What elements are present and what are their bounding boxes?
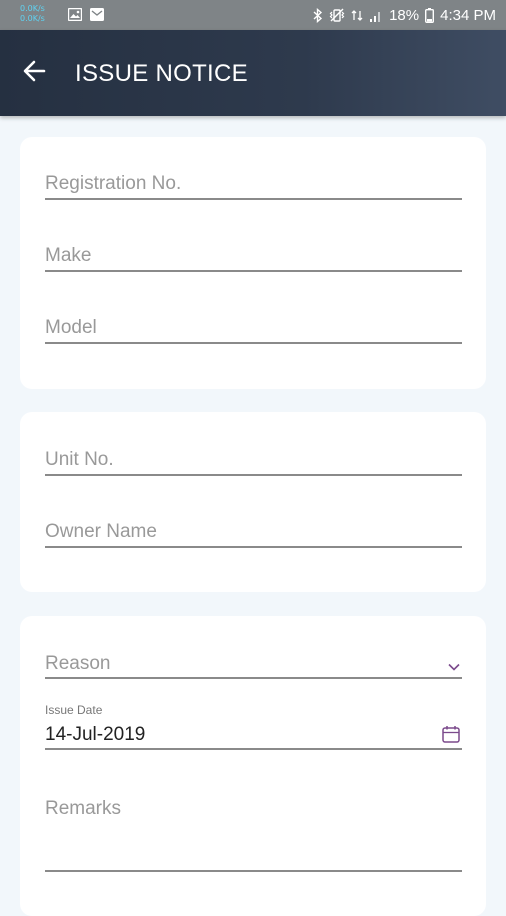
page-title: ISSUE NOTICE (75, 60, 248, 87)
vehicle-card: Registration No. Make Model (20, 137, 486, 389)
issue-date-field[interactable]: Issue Date 14-Jul-2019 (45, 703, 462, 750)
make-field[interactable]: Make (45, 243, 462, 272)
back-button[interactable] (14, 53, 54, 93)
image-icon (67, 7, 83, 22)
data-icon (351, 8, 363, 23)
mail-icon (90, 8, 104, 21)
registration-field[interactable]: Registration No. (45, 171, 462, 200)
model-placeholder: Model (45, 317, 97, 338)
unit-number-field[interactable]: Unit No. (45, 447, 462, 476)
notice-card: Reason Issue Date 14-Jul-2019 Remarks (20, 616, 486, 916)
reason-placeholder: Reason (45, 653, 111, 674)
issue-date-label: Issue Date (45, 703, 103, 717)
signal-icon (369, 8, 383, 23)
network-speed: 0.0K/s 0.0K/s (20, 4, 45, 24)
vibrate-icon (329, 8, 345, 23)
registration-placeholder: Registration No. (45, 173, 182, 194)
model-field[interactable]: Model (45, 315, 462, 344)
remarks-field[interactable]: Remarks (45, 796, 462, 872)
reason-dropdown[interactable]: Reason (45, 652, 462, 679)
remarks-placeholder: Remarks (45, 798, 122, 819)
battery-percent: 18% (389, 6, 420, 24)
owner-card: Unit No. Owner Name (20, 412, 486, 592)
unit-number-placeholder: Unit No. (45, 449, 114, 470)
arrow-left-icon (22, 60, 46, 87)
status-icons: 18% 4:34 PM (313, 5, 496, 25)
app-bar: ISSUE NOTICE (0, 30, 506, 116)
chevron-down-icon (448, 658, 460, 676)
status-bar: 0.0K/s 0.0K/s 18% 4:34 PM (0, 0, 506, 30)
issue-date-value: 14-Jul-2019 (45, 724, 146, 745)
battery-icon (425, 7, 435, 23)
calendar-icon[interactable] (442, 725, 460, 748)
bluetooth-icon (313, 7, 323, 23)
owner-name-field[interactable]: Owner Name (45, 519, 462, 548)
net-speed-up: 0.0K/s (20, 4, 45, 13)
clock: 4:34 PM (440, 6, 496, 24)
owner-name-placeholder: Owner Name (45, 521, 157, 542)
make-placeholder: Make (45, 245, 92, 266)
net-speed-down: 0.0K/s (20, 14, 45, 23)
